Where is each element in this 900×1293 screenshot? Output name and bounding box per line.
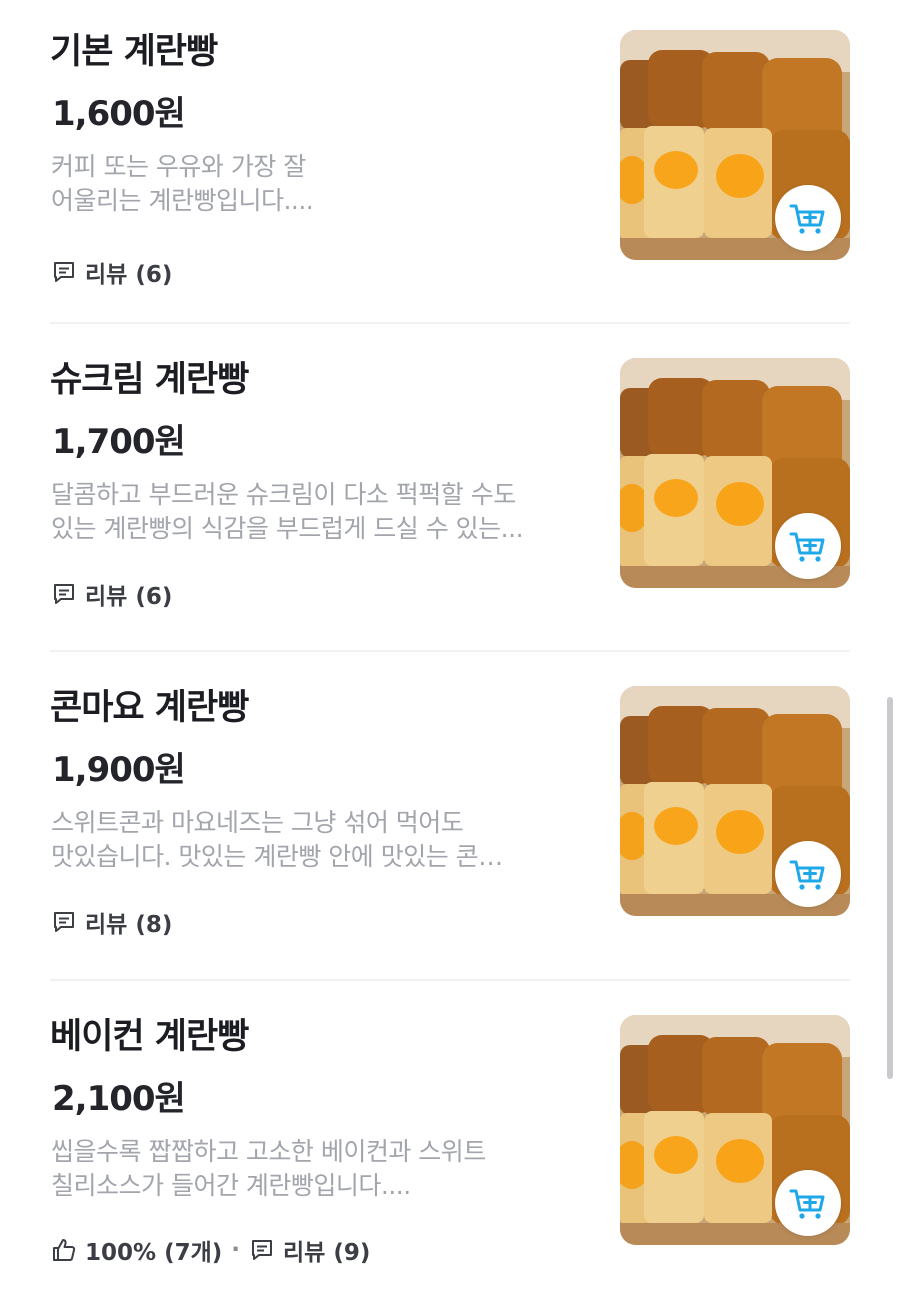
- menu-item-name: 슈크림 계란빵: [50, 360, 249, 400]
- review-count: 리뷰 (6): [85, 584, 173, 610]
- cart-add-icon: [789, 860, 825, 890]
- comment-icon: [51, 259, 77, 285]
- menu-item[interactable]: 기본 계란빵 1,600원 커피 또는 우유와 가장 잘 어울리는 계란빵입니다…: [0, 30, 900, 290]
- add-to-cart-button[interactable]: [775, 513, 841, 579]
- item-divider: [50, 979, 850, 981]
- menu-item[interactable]: 콘마요 계란빵 1,900원 스위트콘과 마요네즈는 그냥 섞어 먹어도 맛있습…: [0, 686, 900, 946]
- cart-add-icon: [789, 532, 825, 562]
- menu-item-meta: 리뷰 (6): [51, 574, 172, 614]
- review-link[interactable]: 리뷰 (8): [51, 905, 172, 939]
- menu-item-price: 2,100원: [52, 1079, 186, 1119]
- menu-item-description: 씹을수록 짭짭하고 고소한 베이컨과 스위트 칠리소스가 들어간 계란빵입니다.…: [51, 1135, 591, 1203]
- meta-separator: ·: [231, 1237, 240, 1263]
- add-to-cart-button[interactable]: [775, 1170, 841, 1236]
- menu-item-photo[interactable]: [620, 686, 850, 916]
- comment-icon: [51, 909, 77, 935]
- menu-list-page: 기본 계란빵 1,600원 커피 또는 우유와 가장 잘 어울리는 계란빵입니다…: [0, 0, 900, 1293]
- menu-item-meta: 리뷰 (8): [51, 902, 172, 942]
- menu-item-name: 콘마요 계란빵: [50, 688, 249, 728]
- menu-item-photo[interactable]: [620, 30, 850, 260]
- cart-add-icon: [789, 204, 825, 234]
- description-line: 있는 계란빵의 식감을 부드럽게 드실 수 있는...: [51, 514, 524, 543]
- description-line: 어울리는 계란빵입니다....: [51, 186, 314, 215]
- review-count: 리뷰 (8): [85, 912, 173, 938]
- menu-item-name: 베이컨 계란빵: [50, 1017, 249, 1057]
- review-link[interactable]: 리뷰 (6): [51, 255, 172, 289]
- menu-item-description: 스위트콘과 마요네즈는 그냥 섞어 먹어도 맛있습니다. 맛있는 계란빵 안에 …: [51, 806, 591, 874]
- item-divider: [50, 322, 850, 324]
- menu-item-description: 달콤하고 부드러운 슈크림이 다소 퍽퍽할 수도 있는 계란빵의 식감을 부드럽…: [51, 478, 591, 546]
- menu-item-price: 1,700원: [52, 422, 186, 462]
- menu-item-price: 1,900원: [52, 750, 186, 790]
- item-divider: [50, 650, 850, 652]
- review-link[interactable]: 리뷰 (9): [249, 1233, 370, 1267]
- comment-icon: [51, 581, 77, 607]
- add-to-cart-button[interactable]: [775, 841, 841, 907]
- description-line: 칠리소스가 들어간 계란빵입니다....: [51, 1171, 411, 1200]
- menu-item-price: 1,600원: [52, 94, 186, 134]
- vertical-scrollbar[interactable]: [887, 697, 893, 1079]
- review-count: 리뷰 (9): [283, 1240, 371, 1266]
- menu-item-description: 커피 또는 우유와 가장 잘 어울리는 계란빵입니다....: [51, 150, 591, 218]
- menu-item-meta: 리뷰 (6): [51, 252, 172, 292]
- description-line: 맛있습니다. 맛있는 계란빵 안에 맛있는 콘…: [51, 842, 503, 871]
- description-line: 달콤하고 부드러운 슈크림이 다소 퍽퍽할 수도: [51, 480, 516, 509]
- like-rating: 100% (7개): [51, 1233, 222, 1267]
- menu-item[interactable]: 베이컨 계란빵 2,100원 씹을수록 짭짭하고 고소한 베이컨과 스위트 칠리…: [0, 1015, 900, 1275]
- like-percentage: 100% (7개): [85, 1240, 223, 1266]
- description-line: 커피 또는 우유와 가장 잘: [51, 152, 306, 181]
- menu-item-photo[interactable]: [620, 1015, 850, 1245]
- menu-item-meta: 100% (7개) · 리뷰 (9): [51, 1230, 370, 1270]
- description-line: 씹을수록 짭짭하고 고소한 베이컨과 스위트: [51, 1137, 486, 1166]
- cart-add-icon: [789, 1189, 825, 1219]
- add-to-cart-button[interactable]: [775, 185, 841, 251]
- review-count: 리뷰 (6): [85, 262, 173, 288]
- description-line: 스위트콘과 마요네즈는 그냥 섞어 먹어도: [51, 808, 464, 837]
- thumbs-up-icon: [51, 1237, 77, 1263]
- review-link[interactable]: 리뷰 (6): [51, 577, 172, 611]
- menu-item[interactable]: 슈크림 계란빵 1,700원 달콤하고 부드러운 슈크림이 다소 퍽퍽할 수도 …: [0, 358, 900, 618]
- menu-item-name: 기본 계란빵: [50, 32, 218, 72]
- comment-icon: [249, 1237, 275, 1263]
- menu-item-photo[interactable]: [620, 358, 850, 588]
